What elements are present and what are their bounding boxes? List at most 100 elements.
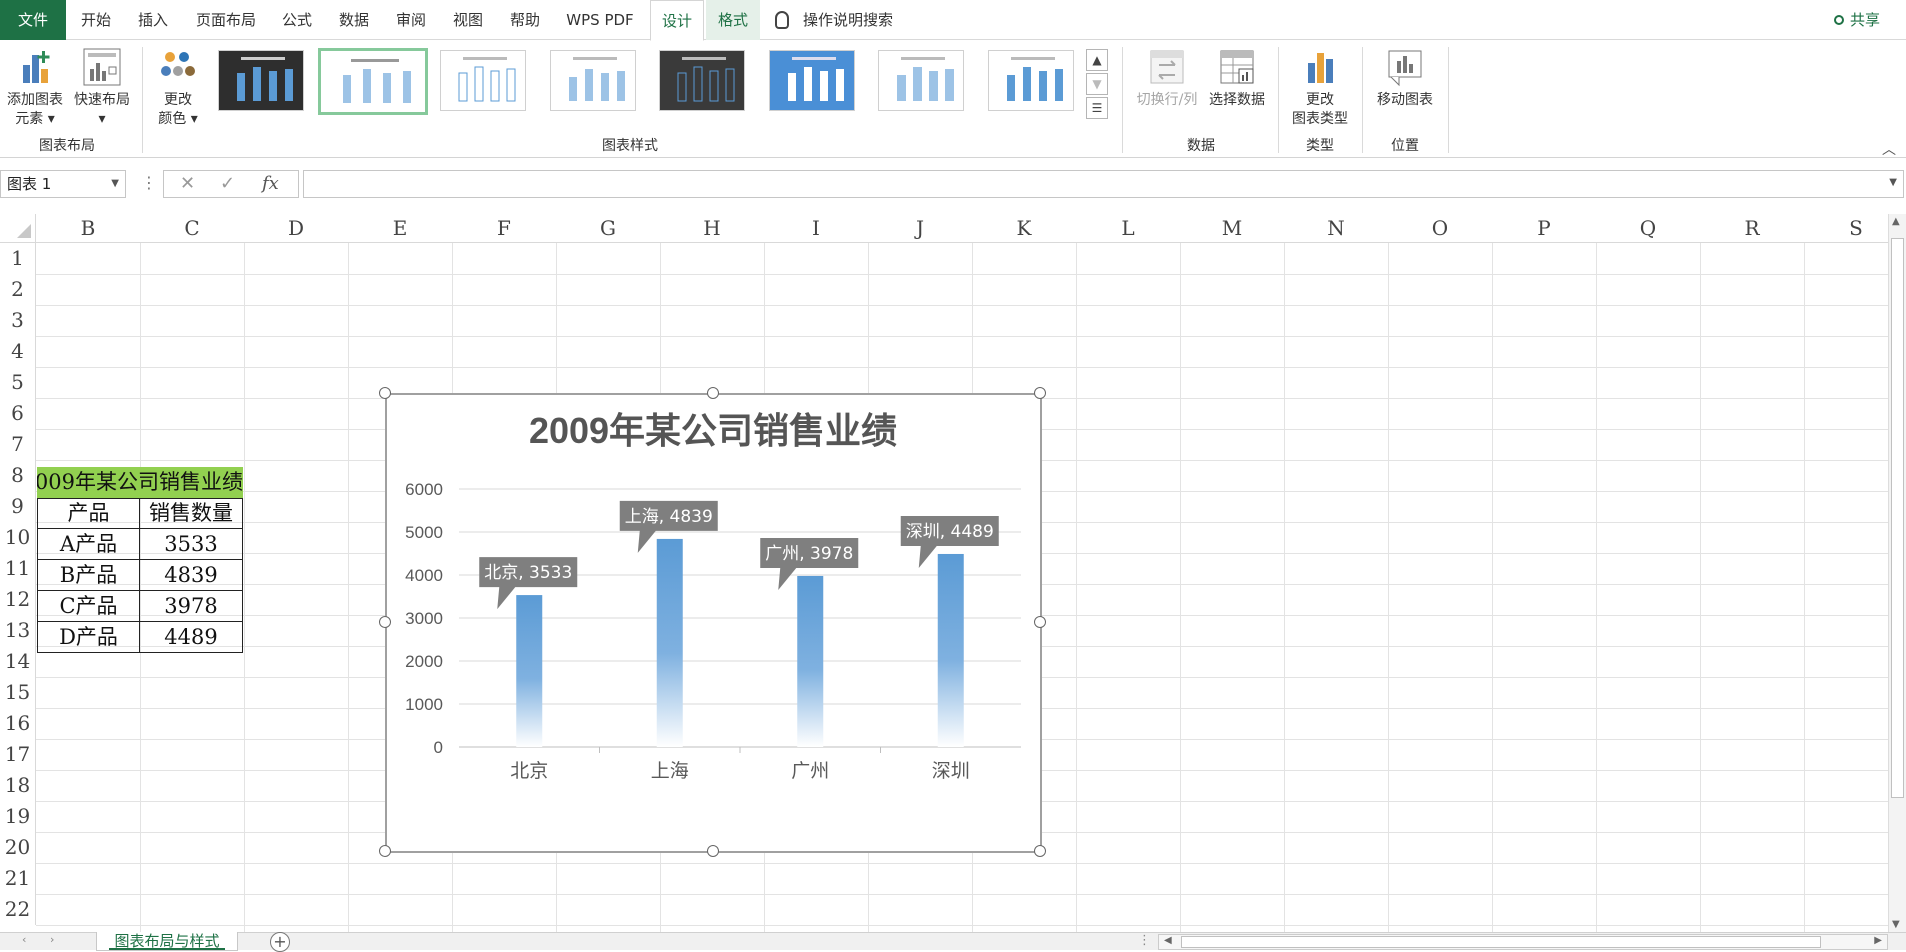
scroll-right-icon[interactable]: ▶ [1874,935,1882,946]
column-header[interactable]: I [764,214,868,243]
table-cell-product[interactable]: A产品 [37,528,140,560]
table-header-product[interactable]: 产品 [37,498,140,529]
column-header[interactable]: C [140,214,244,243]
chart-title[interactable]: 2009年某公司销售业绩 [529,410,897,451]
row-header[interactable]: 8 [0,460,36,491]
column-header[interactable]: R [1700,214,1804,243]
sheet-prev-icon[interactable]: ‹ [22,933,26,946]
row-header[interactable]: 3 [0,305,36,336]
tab-home[interactable]: 开始 [70,0,122,40]
gallery-more-button[interactable]: ☰ [1086,97,1108,119]
scroll-down-icon[interactable]: ▼ [1892,919,1900,930]
chart-bar[interactable] [937,553,964,747]
change-chart-type-button[interactable]: 更改 图表类型 [1284,47,1356,129]
tab-view[interactable]: 视图 [442,0,494,40]
tab-format[interactable]: 格式 [706,0,760,40]
row-header[interactable]: 18 [0,770,36,801]
row-header[interactable]: 16 [0,708,36,739]
tab-insert[interactable]: 插入 [127,0,179,40]
table-cell-product[interactable]: B产品 [37,559,140,591]
table-cell-sales[interactable]: 3533 [139,528,243,560]
resize-handle-top-right[interactable] [1034,387,1046,399]
row-header[interactable]: 4 [0,336,36,367]
sheet-next-icon[interactable]: › [50,933,54,946]
table-cell-sales[interactable]: 4839 [139,559,243,591]
change-colors-button[interactable]: 更改 颜色 ▾ [150,47,206,129]
column-header[interactable]: J [868,214,972,243]
column-header[interactable]: O [1388,214,1492,243]
gallery-scroll-down-button[interactable]: ▼ [1086,73,1108,95]
column-header[interactable]: F [452,214,556,243]
add-sheet-icon[interactable]: + [270,932,290,952]
tab-data[interactable]: 数据 [328,0,380,40]
select-all-corner[interactable] [0,214,36,243]
table-title-cell[interactable]: 2009年某公司销售业绩 [37,467,243,498]
column-header[interactable]: K [972,214,1076,243]
row-header[interactable]: 1 [0,243,36,274]
chart-style-3[interactable] [440,50,526,111]
resize-handle-bottom-left[interactable] [379,845,391,857]
tab-file[interactable]: 文件 [0,0,66,40]
share-button[interactable]: 共享 [1833,0,1880,40]
tab-design[interactable]: 设计 [650,0,704,41]
formula-input[interactable]: ▼ [303,170,1904,198]
column-header[interactable]: B [36,214,140,243]
table-cell-sales[interactable]: 3978 [139,590,243,622]
horizontal-scrollbar[interactable]: ◀ ▶ [1158,934,1888,950]
row-header[interactable]: 13 [0,615,36,646]
table-cell-sales[interactable]: 4489 [139,621,243,653]
tab-help[interactable]: 帮助 [499,0,551,40]
column-header[interactable]: M [1180,214,1284,243]
row-header[interactable]: 12 [0,584,36,615]
tab-wps-pdf[interactable]: WPS PDF [557,0,643,40]
column-header[interactable]: L [1076,214,1180,243]
row-header[interactable]: 11 [0,553,36,584]
insert-function-icon[interactable]: fx [262,173,279,194]
chart-style-7[interactable] [878,50,964,111]
scroll-left-icon[interactable]: ◀ [1164,935,1172,946]
name-box[interactable]: 图表 1 ▼ [0,170,126,198]
resize-handle-top-left[interactable] [379,387,391,399]
vertical-scrollbar[interactable]: ▲ ▼ [1888,214,1906,932]
column-header[interactable]: D [244,214,348,243]
scroll-up-icon[interactable]: ▲ [1892,216,1900,227]
row-header[interactable]: 5 [0,367,36,398]
chart-style-8[interactable] [988,50,1074,111]
column-header[interactable]: S [1804,214,1888,243]
row-header[interactable]: 15 [0,677,36,708]
column-header[interactable]: P [1492,214,1596,243]
chart-style-4[interactable] [550,50,636,111]
row-header[interactable]: 21 [0,863,36,894]
sheet-tab-active[interactable]: 图表布局与样式 [96,932,238,951]
row-header[interactable]: 20 [0,832,36,863]
chart-style-6[interactable] [769,50,855,111]
row-header[interactable]: 14 [0,646,36,677]
resize-handle-left[interactable] [379,616,391,628]
row-header[interactable]: 22 [0,894,36,925]
chart-object[interactable]: 2009年某公司销售业绩 0 1000 2000 3000 4000 5000 6000 北… [379,387,1046,857]
chart-bar[interactable] [516,595,543,747]
quick-layout-button[interactable]: 快速布局 ▾ [70,47,134,129]
move-chart-button[interactable]: 移动图表 [1370,47,1440,110]
column-header[interactable]: H [660,214,764,243]
horizontal-scroll-thumb[interactable] [1181,936,1821,948]
column-header[interactable]: N [1284,214,1388,243]
row-header[interactable]: 6 [0,398,36,429]
column-header[interactable]: G [556,214,660,243]
row-header[interactable]: 10 [0,522,36,553]
gallery-scroll-up-button[interactable]: ▲ [1086,49,1108,71]
enter-icon[interactable]: ✓ [220,173,235,194]
cancel-icon[interactable]: ✕ [180,173,195,194]
column-header[interactable]: E [348,214,452,243]
chart-style-1[interactable] [218,50,304,111]
add-chart-element-button[interactable]: 添加图表 元素 ▾ [2,47,68,129]
chart-style-2[interactable] [318,48,428,115]
row-header[interactable]: 19 [0,801,36,832]
collapse-ribbon-icon[interactable]: ︿ [1882,139,1896,159]
row-header[interactable]: 7 [0,429,36,460]
tab-formulas[interactable]: 公式 [271,0,323,40]
chart-bar[interactable] [797,575,824,747]
tab-page-layout[interactable]: 页面布局 [186,0,266,40]
resize-handle-top[interactable] [707,387,719,399]
table-cell-product[interactable]: D产品 [37,621,140,653]
